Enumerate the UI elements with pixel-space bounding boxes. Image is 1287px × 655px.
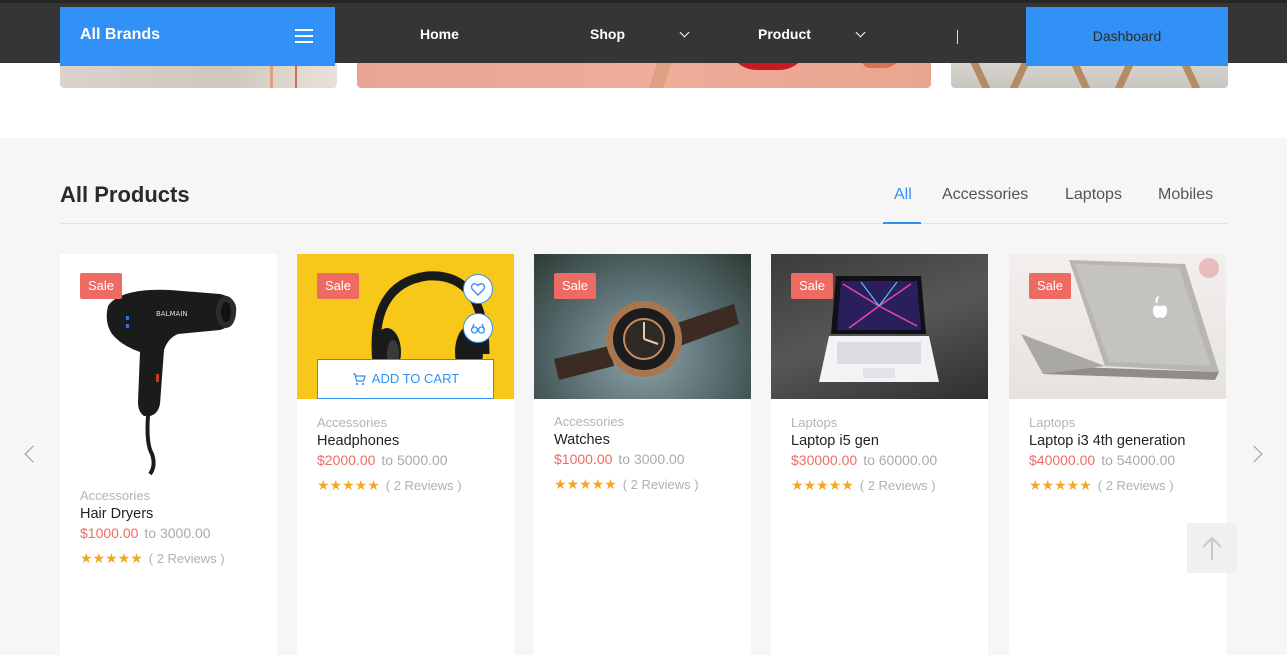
price-low: $40000.00 [1029,452,1096,468]
product-category[interactable]: Accessories [317,415,462,430]
product-card[interactable]: BALMAIN Sale Accessories Hair Dryers $10… [60,254,277,655]
product-name[interactable]: Headphones [317,433,462,449]
nav-shop[interactable]: Shop [590,26,625,42]
product-info: Accessories Watches $1000.00 to 3000.00 ★… [554,414,699,493]
price-high: to 3000.00 [144,525,211,541]
product-price: $2000.00 to 5000.00 [317,452,462,468]
price-high: to 5000.00 [381,452,448,468]
sale-badge: Sale [80,273,123,299]
product-name[interactable]: Hair Dryers [80,506,225,522]
add-to-cart-button[interactable]: ADD TO CART [317,359,494,399]
nav-divider [957,30,958,44]
star-rating-icon: ★★★★★ [1029,477,1092,493]
heart-icon[interactable] [463,274,493,304]
section-title: All Products [60,182,190,207]
section-divider [60,223,1228,224]
price-low: $1000.00 [80,525,139,541]
tab-mobiles[interactable]: Mobiles [1158,186,1213,204]
chevron-down-icon[interactable] [855,27,866,38]
chevron-down-icon[interactable] [679,27,690,38]
cart-icon [352,373,366,386]
review-count[interactable]: ( 2 Reviews ) [860,478,936,493]
tab-all[interactable]: All [894,186,912,204]
product-rating: ★★★★★ ( 2 Reviews ) [317,477,462,494]
product-card[interactable]: Sale ADD TO CART Accessories Headphones … [297,254,514,655]
product-category[interactable]: Laptops [791,415,937,430]
hamburger-icon[interactable] [295,29,313,43]
tab-accessories[interactable]: Accessories [942,186,1028,204]
product-price: $1000.00 to 3000.00 [80,525,225,541]
active-tab-indicator [883,222,921,224]
product-info: Laptops Laptop i5 gen $30000.00 to 60000.… [791,415,937,494]
review-count[interactable]: ( 2 Reviews ) [149,551,225,566]
product-card[interactable]: Sale Accessories Watches $1000.00 to 3000… [534,254,751,655]
product-info: Accessories Headphones $2000.00 to 5000.0… [317,415,462,494]
review-count[interactable]: ( 2 Reviews ) [386,478,462,493]
star-rating-icon: ★★★★★ [317,477,380,493]
product-info: Laptops Laptop i3 4th generation $40000.… [1029,415,1185,494]
scroll-to-top-button[interactable] [1187,523,1237,573]
price-low: $1000.00 [554,451,613,467]
svg-text:BALMAIN: BALMAIN [156,310,188,318]
product-card[interactable]: Sale Laptops Laptop i5 gen $30000.00 to 6… [771,254,988,655]
product-rating: ★★★★★ ( 2 Reviews ) [554,476,699,493]
brand-title[interactable]: All Brands [80,26,160,44]
product-rating: ★★★★★ ( 2 Reviews ) [80,550,225,567]
product-info: Accessories Hair Dryers $1000.00 to 3000.… [80,488,225,567]
product-price: $30000.00 to 60000.00 [791,452,937,468]
dashboard-button[interactable]: Dashboard [1026,7,1228,66]
arrow-up-icon [1202,536,1222,560]
sale-badge: Sale [554,273,597,299]
price-low: $30000.00 [791,452,858,468]
nav-product[interactable]: Product [758,26,811,42]
product-price: $40000.00 to 54000.00 [1029,452,1185,468]
product-name[interactable]: Watches [554,432,699,448]
add-to-cart-label[interactable]: ADD TO CART [372,371,459,386]
price-high: to 60000.00 [863,452,938,468]
product-rating: ★★★★★ ( 2 Reviews ) [791,477,937,494]
product-category[interactable]: Accessories [554,414,699,429]
price-high: to 54000.00 [1101,452,1176,468]
product-rating: ★★★★★ ( 2 Reviews ) [1029,477,1185,494]
top-navbar: All Brands Home Shop Product Dashboard [0,0,1287,66]
sale-badge: Sale [791,273,834,299]
product-name[interactable]: Laptop i5 gen [791,433,937,449]
product-category[interactable]: Accessories [80,488,225,503]
star-rating-icon: ★★★★★ [80,550,143,566]
all-brands-menu[interactable]: All Brands [60,7,335,66]
review-count[interactable]: ( 2 Reviews ) [623,477,699,492]
tab-laptops[interactable]: Laptops [1065,186,1122,204]
price-low: $2000.00 [317,452,376,468]
sale-badge: Sale [317,273,360,299]
glasses-icon[interactable] [463,313,493,343]
review-count[interactable]: ( 2 Reviews ) [1098,478,1174,493]
product-price: $1000.00 to 3000.00 [554,451,699,467]
price-high: to 3000.00 [618,451,685,467]
sale-badge: Sale [1029,273,1072,299]
chevron-left-icon[interactable] [24,445,42,463]
product-category[interactable]: Laptops [1029,415,1185,430]
star-rating-icon: ★★★★★ [791,477,854,493]
chevron-right-icon[interactable] [1245,445,1263,463]
nav-home[interactable]: Home [420,26,459,42]
star-rating-icon: ★★★★★ [554,476,617,492]
product-name[interactable]: Laptop i3 4th generation [1029,433,1185,449]
product-card[interactable]: Sale Laptops Laptop i3 4th generation $4… [1009,254,1226,655]
